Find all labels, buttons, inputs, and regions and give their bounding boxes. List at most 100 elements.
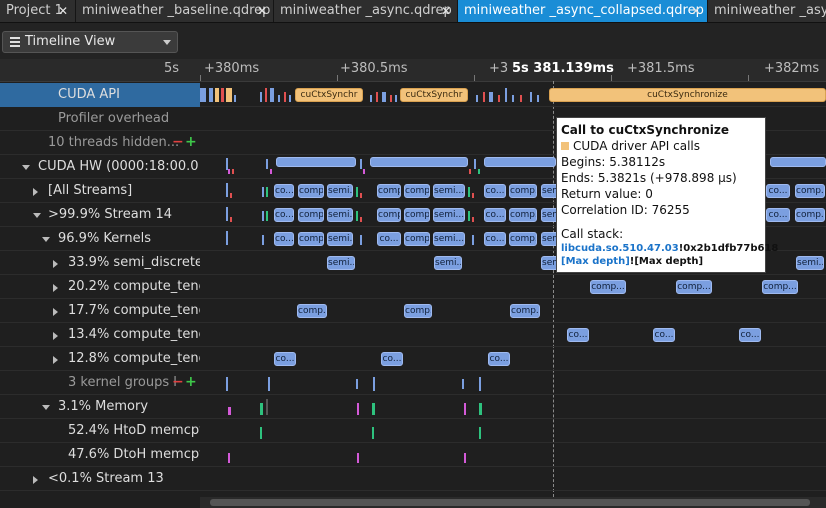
kernel-block[interactable]: semi... xyxy=(327,184,353,198)
chevron-right-icon[interactable] xyxy=(33,188,38,196)
kernel-block[interactable]: comp... xyxy=(377,184,401,198)
dtoh-track xyxy=(200,443,826,467)
kernel-block[interactable]: comp... xyxy=(762,280,798,294)
kernel-block[interactable]: semi... xyxy=(327,256,355,270)
expand-button[interactable]: + xyxy=(185,374,197,390)
kernel-block[interactable]: co... xyxy=(739,328,761,342)
chevron-down-icon[interactable] xyxy=(42,405,50,410)
kernel-block[interactable]: co... xyxy=(488,352,510,366)
row-stream-13[interactable]: <0.1% Stream 13 xyxy=(0,467,826,491)
chevron-right-icon[interactable] xyxy=(53,332,58,340)
kernel-block[interactable]: comp... xyxy=(298,232,324,246)
row-kernel-compute-tend-1[interactable]: 20.2% compute_tend comp... comp... comp.… xyxy=(0,275,826,299)
kernel-block[interactable]: co... xyxy=(381,352,403,366)
chevron-right-icon[interactable] xyxy=(33,476,38,484)
hamburger-icon xyxy=(10,37,20,47)
expand-button[interactable]: + xyxy=(185,134,197,150)
collapse-button[interactable]: − xyxy=(172,374,184,390)
tab-overflow[interactable]: miniweather _asy xyxy=(708,0,826,22)
kernel-block[interactable]: co... xyxy=(766,208,790,222)
row-label: 17.7% compute_tende xyxy=(68,303,200,318)
kernel-block[interactable]: comp... xyxy=(404,304,432,318)
kernel-block[interactable]: co... xyxy=(377,232,401,246)
kernel-block[interactable]: co... xyxy=(274,352,296,366)
kernel-block[interactable]: comp... xyxy=(404,232,430,246)
chevron-right-icon[interactable] xyxy=(53,284,58,292)
kernel-block[interactable]: co... xyxy=(653,328,675,342)
kernel-activity-block[interactable] xyxy=(370,157,468,167)
kernel-block[interactable]: comp... xyxy=(297,304,327,318)
kernel-block[interactable]: co... xyxy=(274,208,294,222)
chevron-down-icon[interactable] xyxy=(42,237,50,242)
row-dtoh-memcpy[interactable]: 47.6% DtoH memcpy xyxy=(0,443,826,467)
kernel-block[interactable]: co... xyxy=(484,232,506,246)
kernel-block[interactable]: comp... xyxy=(795,184,825,198)
kernel-row-track: comp... comp... comp... xyxy=(200,299,826,323)
kernel-block[interactable]: co... xyxy=(484,184,506,198)
kernel-block[interactable]: co... xyxy=(274,184,294,198)
chevron-down-icon[interactable] xyxy=(33,213,41,218)
kernel-block[interactable]: semi... xyxy=(327,232,353,246)
kernel-block[interactable]: comp... xyxy=(377,208,401,222)
time-ruler[interactable]: 5s +380ms +380.5ms +3 +381.5ms +382ms xyxy=(0,59,826,82)
sync-call-block-selected[interactable]: cuCtxSynchronize xyxy=(549,88,826,102)
tab-project-1[interactable]: Project 1 ✕ xyxy=(0,0,76,22)
kernel-block[interactable]: semi... xyxy=(433,184,465,198)
kernel-block[interactable]: co... xyxy=(567,328,589,342)
kernel-block[interactable]: semi... xyxy=(796,256,824,270)
close-icon[interactable]: ✕ xyxy=(691,0,701,22)
row-label: 3 kernel groups l xyxy=(68,375,177,390)
row-kernel-compute-tend-4[interactable]: 12.8% compute_tend co... co... co... xyxy=(0,347,826,371)
view-selector[interactable]: Timeline View xyxy=(2,31,178,53)
kernel-block[interactable]: comp... xyxy=(509,208,537,222)
kernel-block[interactable]: co... xyxy=(274,232,294,246)
kernel-block[interactable]: comp... xyxy=(795,208,825,222)
kernel-block[interactable]: comp... xyxy=(404,208,430,222)
row-label: CUDA API xyxy=(58,87,120,102)
row-label: 33.9% semi_discrete_ xyxy=(68,255,200,270)
htod-track xyxy=(200,419,826,443)
horizontal-scrollbar[interactable] xyxy=(200,497,826,508)
row-cuda-api[interactable]: CUDA API cuCtxSynchr cuCtxSynchr cuCtxSy… xyxy=(0,83,826,107)
kernel-block[interactable]: semi... xyxy=(433,208,465,222)
kernel-block[interactable]: comp... xyxy=(298,208,324,222)
chevron-down-icon[interactable] xyxy=(22,165,30,170)
kernel-activity-block[interactable] xyxy=(276,157,356,167)
kernel-block[interactable]: comp... xyxy=(509,232,537,246)
ruler-tick: +380.5ms xyxy=(340,61,408,76)
close-icon[interactable]: ✕ xyxy=(257,0,267,22)
row-memory[interactable]: 3.1% Memory xyxy=(0,395,826,419)
kernel-block[interactable]: co... xyxy=(766,184,790,198)
kernel-block[interactable]: comp... xyxy=(676,280,712,294)
close-icon[interactable]: ✕ xyxy=(58,0,68,22)
tab-baseline[interactable]: miniweather _baseline.qdrep ✕ xyxy=(76,0,274,22)
row-kernel-compute-tend-3[interactable]: 13.4% compute_tend co... co... co... xyxy=(0,323,826,347)
kernel-activity-block[interactable] xyxy=(484,157,556,167)
tab-label: Project 1 xyxy=(6,3,63,18)
kernel-activity-block[interactable] xyxy=(770,157,826,167)
tab-async-collapsed[interactable]: miniweather _async_collapsed.qdrep ✕ xyxy=(458,0,708,22)
kernel-block[interactable]: semi... xyxy=(434,256,462,270)
chevron-right-icon[interactable] xyxy=(53,260,58,268)
kernel-block[interactable]: comp... xyxy=(509,184,537,198)
chevron-right-icon[interactable] xyxy=(53,308,58,316)
sync-call-block[interactable]: cuCtxSynchr xyxy=(400,88,468,102)
cuda-api-track[interactable]: cuCtxSynchr cuCtxSynchr cuCtxSynchronize xyxy=(200,83,826,107)
scrollbar-thumb[interactable] xyxy=(210,499,810,506)
row-hidden-kernel-groups[interactable]: 3 kernel groups l − + xyxy=(0,371,826,395)
row-htod-memcpy[interactable]: 52.4% HtoD memcpy xyxy=(0,419,826,443)
row-kernel-compute-tend-2[interactable]: 17.7% compute_tende comp... comp... comp… xyxy=(0,299,826,323)
close-icon[interactable]: ✕ xyxy=(441,0,451,22)
sync-call-block[interactable]: cuCtxSynchr xyxy=(295,88,363,102)
kernel-block[interactable]: semi... xyxy=(433,232,465,246)
kernel-block[interactable]: semi... xyxy=(327,208,353,222)
kernel-block[interactable]: co... xyxy=(484,208,506,222)
tooltip-title: Call to cuCtxSynchronize xyxy=(561,123,730,137)
kernel-block[interactable]: comp... xyxy=(298,184,324,198)
collapse-button[interactable]: − xyxy=(172,134,184,150)
kernel-block[interactable]: comp... xyxy=(590,280,626,294)
chevron-right-icon[interactable] xyxy=(53,356,58,364)
kernel-block[interactable]: comp... xyxy=(510,304,540,318)
tab-async[interactable]: miniweather _async.qdrep ✕ xyxy=(274,0,458,22)
kernel-block[interactable]: comp... xyxy=(404,184,430,198)
